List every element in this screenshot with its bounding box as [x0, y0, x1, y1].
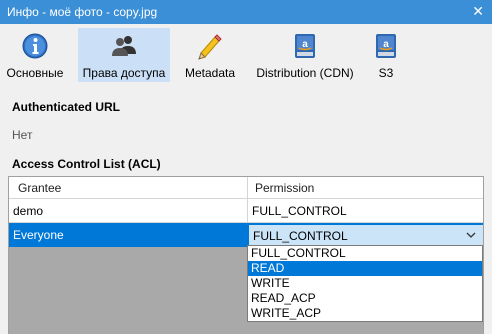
svg-text:a: a — [383, 39, 389, 50]
acl-table-header: Grantee Permission — [9, 177, 483, 199]
table-row[interactable]: demo FULL_CONTROL — [9, 199, 483, 223]
dropdown-option-write[interactable]: WRITE — [248, 276, 482, 291]
chevron-down-icon[interactable] — [465, 229, 477, 241]
window-title: Инфо - моё фото - copy.jpg — [7, 5, 158, 19]
tab-distribution-cdn-label: Distribution (CDN) — [256, 66, 354, 80]
toolbar: Основные Права доступа Metadata a Distri… — [0, 24, 492, 82]
column-header-permission[interactable]: Permission — [255, 181, 314, 195]
grantee-cell[interactable]: Everyone — [9, 223, 247, 247]
permission-combobox-value: FULL_CONTROL — [253, 229, 348, 243]
close-icon[interactable]: ✕ — [472, 2, 484, 20]
tab-distribution-cdn[interactable]: a Distribution (CDN) — [250, 28, 360, 82]
amazon-drive-icon: a — [295, 34, 315, 58]
pencil-icon — [198, 34, 222, 60]
grantee-cell[interactable]: demo — [9, 199, 247, 223]
tab-metadata[interactable]: Metadata — [178, 28, 242, 82]
authenticated-url-value: Нет — [12, 128, 33, 142]
tab-permissions[interactable]: Права доступа — [78, 28, 170, 82]
column-header-grantee[interactable]: Grantee — [18, 181, 61, 195]
tab-general[interactable]: Основные — [2, 28, 68, 82]
tab-permissions-label: Права доступа — [82, 66, 166, 80]
users-icon — [112, 36, 136, 56]
permission-cell[interactable]: FULL_CONTROL — [247, 199, 483, 223]
permission-dropdown-list: FULL_CONTROL READ WRITE READ_ACP WRITE_A… — [247, 245, 483, 322]
info-icon — [22, 33, 48, 59]
acl-heading: Access Control List (ACL) — [12, 157, 161, 171]
dropdown-option-read-acp[interactable]: READ_ACP — [248, 291, 482, 306]
svg-text:a: a — [302, 39, 308, 50]
tab-s3-label: S3 — [378, 66, 394, 80]
authenticated-url-heading: Authenticated URL — [12, 100, 120, 114]
tab-general-label: Основные — [6, 66, 64, 80]
tab-metadata-label: Metadata — [184, 66, 236, 80]
dropdown-option-write-acp[interactable]: WRITE_ACP — [248, 306, 482, 321]
permission-combobox[interactable]: FULL_CONTROL — [248, 224, 483, 246]
tab-s3[interactable]: a S3 — [364, 28, 408, 82]
dropdown-option-full-control[interactable]: FULL_CONTROL — [248, 246, 482, 261]
title-bar: Инфо - моё фото - copy.jpg ✕ — [0, 0, 492, 24]
amazon-drive-icon: a — [376, 34, 396, 58]
table-row-selected[interactable]: Everyone FULL_CONTROL — [9, 223, 483, 247]
dropdown-option-read[interactable]: READ — [248, 261, 482, 276]
column-divider[interactable] — [247, 177, 248, 199]
